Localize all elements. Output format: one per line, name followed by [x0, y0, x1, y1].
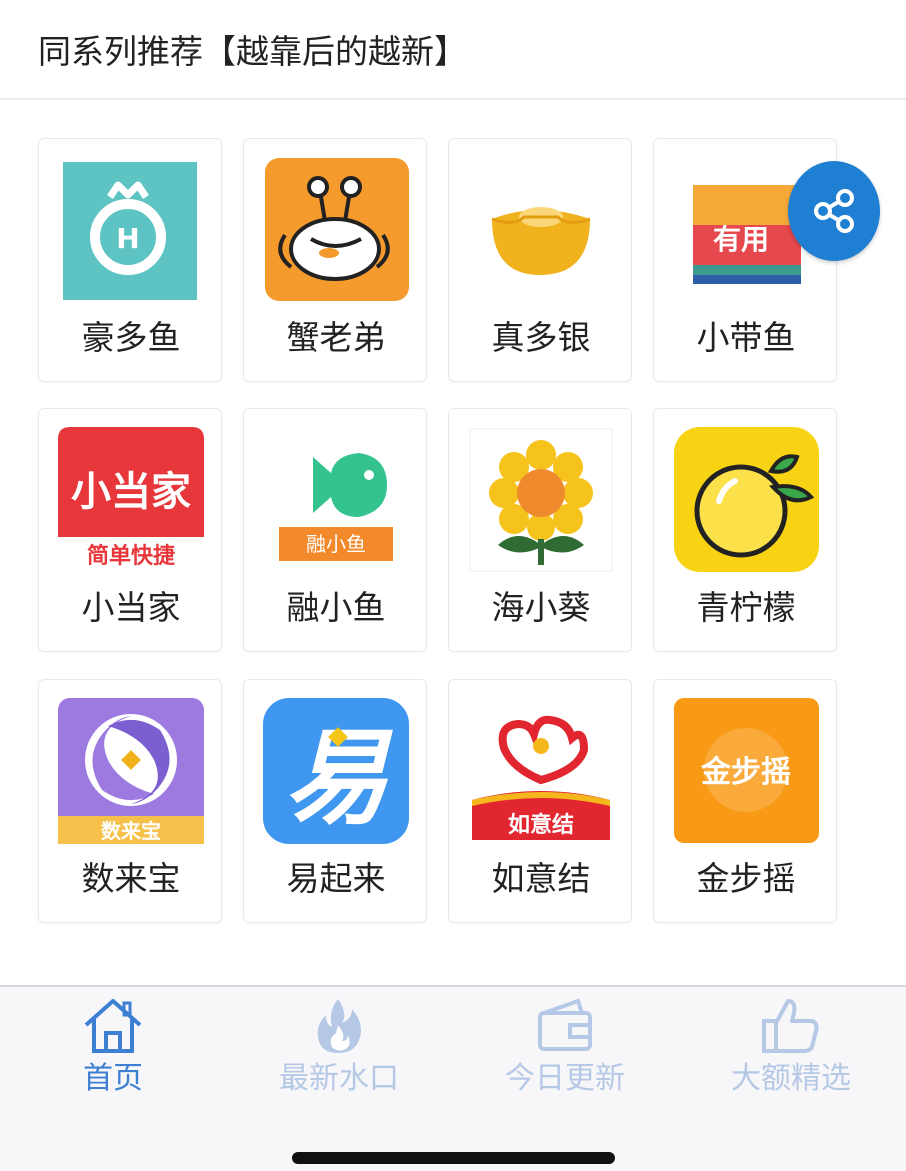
hai-xiao-kui-app-icon	[468, 427, 614, 573]
shu-lai-bao-app-icon: 数来宝	[58, 698, 204, 844]
app-name: 金步摇	[696, 859, 796, 898]
app-name: 易起来	[286, 859, 386, 898]
app-name: 如意结	[491, 859, 591, 898]
zhen-duo-yin-app-icon	[468, 157, 614, 303]
xiao-dang-jia-icon-subtext: 简单快捷	[87, 543, 176, 569]
page-header: 同系列推荐【越靠后的越新】	[0, 0, 906, 100]
rong-xiao-yu-app-icon: 融小鱼	[263, 427, 409, 573]
tab-home[interactable]: 首页	[0, 987, 226, 1117]
wallet-icon	[538, 998, 592, 1051]
jin-bu-yao-app-icon: 金步摇	[673, 698, 819, 844]
tab-latest[interactable]: 最新水口	[226, 987, 452, 1117]
app-card-hao-duo-yu[interactable]: H 豪多鱼	[38, 138, 222, 382]
app-name: 海小葵	[491, 588, 591, 627]
app-card-yi-qi-lai[interactable]: 易 易起来	[243, 679, 427, 923]
app-card-hai-xiao-kui[interactable]: 海小葵	[448, 408, 632, 652]
page-title: 同系列推荐【越靠后的越新】	[38, 32, 467, 71]
share-button[interactable]	[788, 161, 880, 261]
app-name: 数来宝	[81, 859, 181, 898]
bottom-tab-bar: 首页 最新水口 今日更新 大额精选	[0, 985, 906, 1171]
ru-yi-jie-icon-text: 如意结	[508, 812, 574, 838]
share-icon	[814, 189, 854, 233]
house-icon	[84, 999, 142, 1053]
xiao-dang-jia-icon-text: 小当家	[71, 469, 191, 515]
rong-xiao-yu-icon-text: 融小鱼	[306, 532, 366, 556]
app-name: 融小鱼	[286, 588, 386, 627]
app-name: 蟹老弟	[286, 318, 386, 357]
hao-duo-yu-app-icon: H	[58, 157, 204, 303]
app-card-rong-xiao-yu[interactable]: 融小鱼 融小鱼	[243, 408, 427, 652]
xiao-dang-jia-app-icon: 小当家 简单快捷	[58, 427, 204, 573]
xie-lao-di-app-icon	[263, 157, 409, 303]
tab-label: 首页	[83, 1061, 143, 1096]
app-card-qing-ning-meng[interactable]: 青柠檬	[653, 408, 837, 652]
hao-duo-yu-icon-letter: H	[116, 222, 139, 255]
tab-label: 今日更新	[505, 1061, 625, 1096]
app-card-shu-lai-bao[interactable]: 数来宝 数来宝	[38, 679, 222, 923]
app-card-xie-lao-di[interactable]: 蟹老弟	[243, 138, 427, 382]
app-name: 青柠檬	[696, 588, 796, 627]
ru-yi-jie-app-icon: 如意结	[468, 698, 614, 844]
app-card-xiao-dang-jia[interactable]: 小当家 简单快捷 小当家	[38, 408, 222, 652]
app-name: 豪多鱼	[81, 318, 181, 357]
shu-lai-bao-icon-text: 数来宝	[101, 819, 161, 843]
app-card-zhen-duo-yin[interactable]: 真多银	[448, 138, 632, 382]
tab-today[interactable]: 今日更新	[452, 987, 678, 1117]
app-card-jin-bu-yao[interactable]: 金步摇 金步摇	[653, 679, 837, 923]
app-card-ru-yi-jie[interactable]: 如意结 如意结	[448, 679, 632, 923]
tab-label: 最新水口	[279, 1061, 399, 1096]
app-name: 小带鱼	[696, 318, 796, 357]
jin-bu-yao-icon-text: 金步摇	[700, 755, 791, 790]
home-indicator	[292, 1152, 615, 1164]
tab-label: 大额精选	[731, 1061, 851, 1096]
xiao-dai-yu-icon-text: 有用	[713, 223, 769, 256]
app-name: 小当家	[81, 588, 181, 627]
flame-icon	[317, 999, 361, 1053]
qing-ning-meng-app-icon	[673, 427, 819, 573]
thumbs-up-icon	[762, 999, 819, 1053]
tab-featured[interactable]: 大额精选	[678, 987, 904, 1117]
yi-qi-lai-app-icon: 易	[263, 698, 409, 844]
app-name: 真多银	[491, 318, 591, 357]
